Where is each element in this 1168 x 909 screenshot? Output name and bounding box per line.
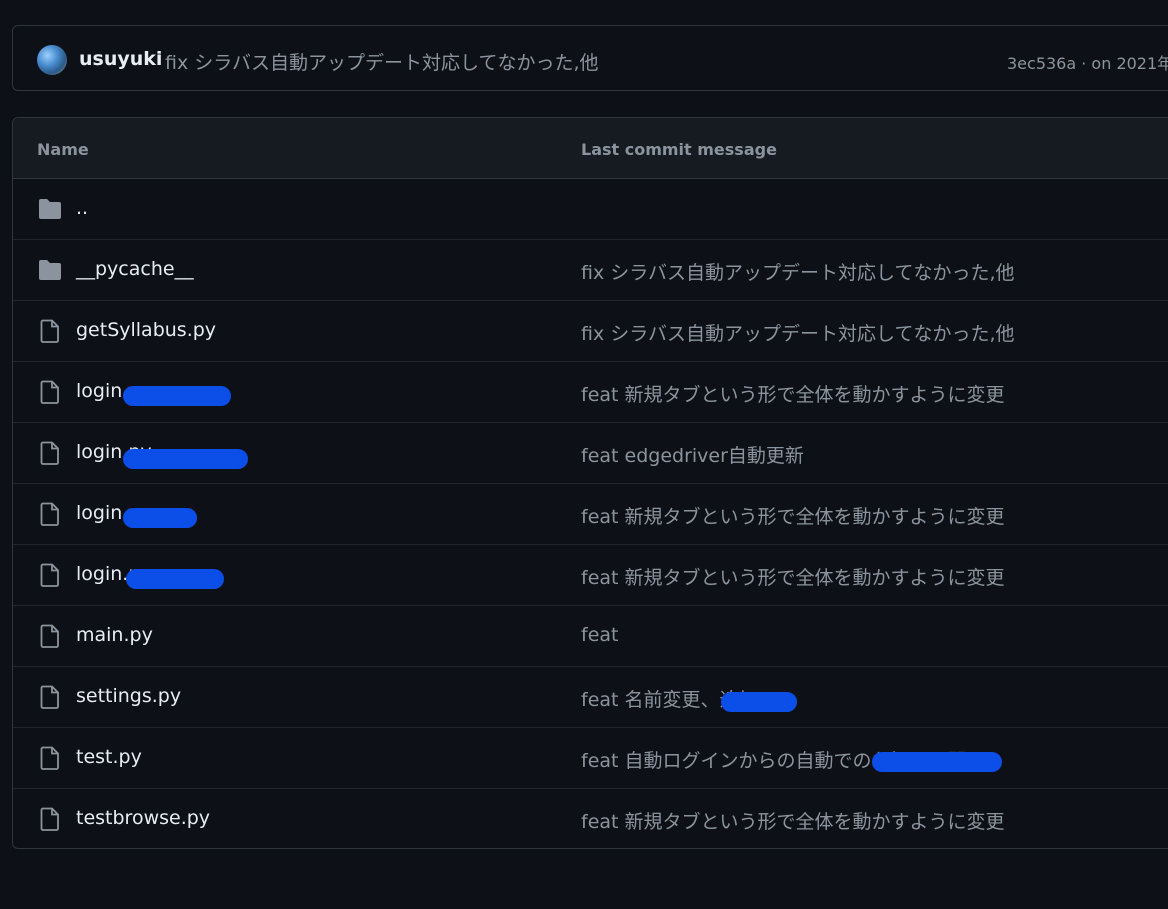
table-row[interactable]: settings.py feat 名前変更、追加 [13, 667, 1168, 728]
file-name-link[interactable]: __pycache__ [76, 258, 194, 280]
commit-author[interactable]: usuyuki [79, 48, 162, 70]
row-commit-message[interactable]: feat 新規タブという形で全体を動かすように変更 [581, 502, 1005, 529]
commit-message[interactable]: fix シラバス自動アップデート対応してなかった,他 [165, 48, 599, 75]
file-icon [37, 563, 63, 587]
file-icon [37, 441, 63, 465]
file-name-link[interactable]: getSyllabus.py [76, 319, 216, 341]
row-commit-message[interactable]: fix シラバス自動アップデート対応してなかった,他 [581, 258, 1015, 285]
table-row[interactable]: __pycache__ fix シラバス自動アップデート対応してなかった,他 [13, 240, 1168, 301]
file-name-link[interactable]: test.py [76, 746, 142, 768]
file-icon [37, 502, 63, 526]
file-name-link[interactable]: testbrowse.py [76, 807, 210, 829]
file-icon [37, 807, 63, 831]
row-commit-message[interactable]: feat 新規タブという形で全体を動かすように変更 [581, 807, 1005, 834]
table-header: Name Last commit message [13, 118, 1168, 179]
table-row[interactable]: login.py feat edgedriver自動更新 [13, 423, 1168, 484]
redaction-mark [721, 692, 797, 712]
file-table: Name Last commit message .. __pycache__ fi… [12, 117, 1168, 849]
table-row[interactable]: main.py feat [13, 606, 1168, 667]
redaction-mark [123, 449, 248, 469]
redaction-mark [872, 752, 1002, 772]
avatar[interactable] [37, 45, 67, 75]
table-row[interactable]: login.py feat 新規タブという形で全体を動かすように変更 [13, 362, 1168, 423]
row-commit-message[interactable]: feat 新規タブという形で全体を動かすように変更 [581, 380, 1005, 407]
latest-commit-bar: usuyuki fix シラバス自動アップデート対応してなかった,他 3ec53… [12, 25, 1168, 91]
redaction-mark [123, 508, 197, 528]
table-row[interactable]: login.py feat 新規タブという形で全体を動かすように変更 [13, 484, 1168, 545]
file-rows: .. __pycache__ fix シラバス自動アップデート対応してなかった,他 g… [13, 179, 1168, 848]
folder-icon [37, 197, 63, 221]
table-row[interactable]: .. [13, 179, 1168, 240]
table-row[interactable]: testbrowse.py feat 新規タブという形で全体を動かすように変更 [13, 789, 1168, 848]
file-icon [37, 380, 63, 404]
file-name-link[interactable]: settings.py [76, 685, 181, 707]
table-row[interactable]: getSyllabus.py fix シラバス自動アップデート対応してなかった,他 [13, 301, 1168, 362]
file-icon [37, 685, 63, 709]
column-header-name: Name [37, 140, 89, 159]
commit-meta[interactable]: 3ec536a · on 2021年 [1007, 50, 1168, 74]
file-name-link[interactable]: main.py [76, 624, 153, 646]
redaction-mark [123, 386, 231, 406]
file-name-link[interactable]: .. [76, 197, 88, 219]
row-commit-message[interactable]: feat 新規タブという形で全体を動かすように変更 [581, 563, 1005, 590]
folder-icon [37, 258, 63, 282]
row-commit-message[interactable]: fix シラバス自動アップデート対応してなかった,他 [581, 319, 1015, 346]
table-row[interactable]: test.py feat 自動ログインからの自動でのお知らせ開く [13, 728, 1168, 789]
file-icon [37, 624, 63, 648]
row-commit-message[interactable]: feat [581, 624, 618, 646]
redaction-mark [126, 569, 224, 589]
row-commit-message[interactable]: feat edgedriver自動更新 [581, 441, 804, 468]
file-icon [37, 746, 63, 770]
file-icon [37, 319, 63, 343]
column-header-commit: Last commit message [581, 140, 777, 159]
table-row[interactable]: login.py feat 新規タブという形で全体を動かすように変更 [13, 545, 1168, 606]
